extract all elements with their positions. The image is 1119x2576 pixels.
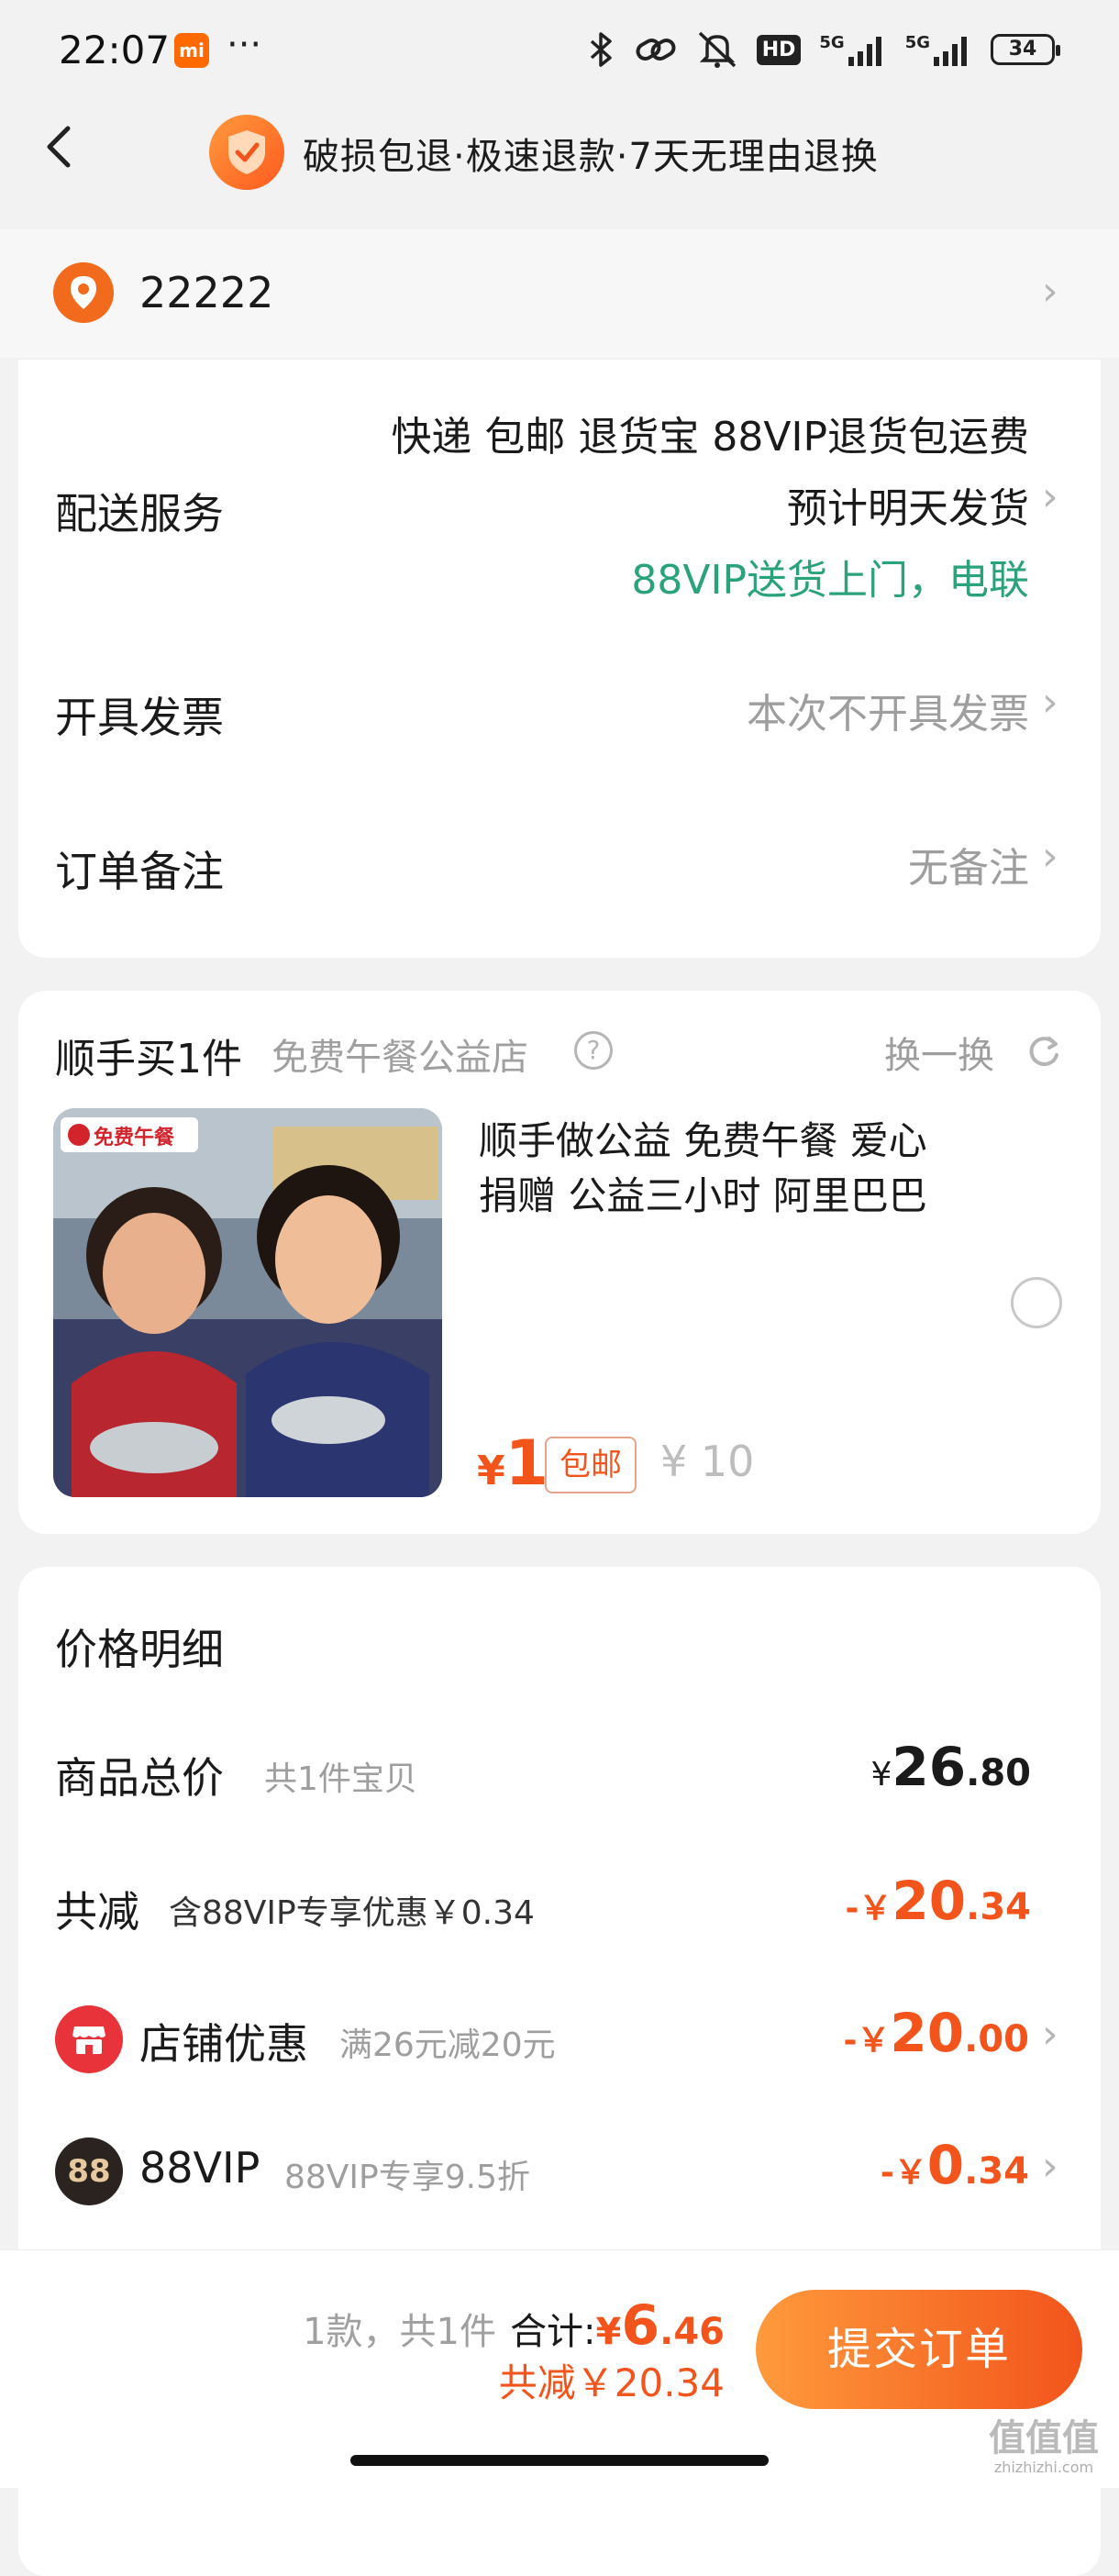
address-text: 22222: [139, 268, 274, 317]
shop-coupon-label: 店铺优惠: [139, 2019, 308, 2069]
mute-icon: [696, 29, 738, 70]
addon-price-value: 1: [504, 1427, 548, 1500]
delivery-chevron-icon[interactable]: ›: [1042, 473, 1058, 520]
refresh-icon[interactable]: [1024, 1031, 1062, 1073]
saved-amount: 共减￥20.34: [498, 2360, 725, 2405]
addon-shop: 免费午餐公益店: [271, 1037, 528, 1079]
vip-amount[interactable]: -￥0.34: [881, 2134, 1029, 2196]
pay-total-int: 6: [621, 2293, 660, 2358]
hd-icon: HD: [756, 34, 802, 65]
total-sub: 共1件宝贝: [264, 1760, 417, 1798]
addon-title: 顺手买1件: [55, 1036, 242, 1083]
signal-icon-2: 5G: [905, 33, 972, 66]
image-logo-text: 免费午餐: [94, 1127, 175, 1149]
submit-order-button[interactable]: 提交订单: [756, 2290, 1082, 2409]
page-title: 破损包退·极速退款·7天无理由退换: [303, 136, 879, 178]
total-amount: ¥26.80: [870, 1736, 1031, 1798]
total-label: 商品总价: [55, 1753, 224, 1803]
shop-coupon-sub: 满26元减20元: [339, 2026, 556, 2064]
checkout-summary: 1款，共1件 合计:¥6.46: [303, 2293, 725, 2358]
vip-88-icon: 88: [55, 2137, 123, 2205]
delivery-vip-note: 88VIP送货上门，电联: [631, 557, 1029, 604]
invoice-label: 开具发票: [55, 693, 224, 742]
addon-original-price: ¥ 10: [660, 1437, 755, 1486]
status-time: 22:07: [59, 28, 171, 72]
price-detail-title: 价格明细: [55, 1625, 224, 1674]
battery-icon: 34: [991, 34, 1060, 65]
item-count: 1款，共1件: [303, 2311, 496, 2353]
delivery-label: 配送服务: [55, 489, 224, 539]
bluetooth-icon: [588, 30, 615, 69]
product-name-line-2: 捐赠 公益三小时 阿里巴巴: [479, 1173, 927, 1218]
addon-select-radio[interactable]: [1011, 1277, 1062, 1328]
note-value[interactable]: 无备注: [387, 835, 1029, 894]
product-name[interactable]: 顺手做公益 免费午餐 爱心 捐赠 公益三小时 阿里巴巴: [479, 1114, 927, 1224]
chevron-left-icon: [47, 126, 71, 168]
back-button[interactable]: [35, 121, 86, 172]
home-indicator[interactable]: [350, 2455, 769, 2466]
invoice-value[interactable]: 本次不开具发票: [387, 681, 1029, 739]
switch-button[interactable]: 换一换: [884, 1026, 994, 1079]
note-chevron-icon[interactable]: ›: [1042, 833, 1058, 880]
discount-label: 共减: [55, 1887, 139, 1937]
addon-price: ¥1: [477, 1427, 548, 1500]
addon-price-symbol: ¥: [477, 1448, 505, 1494]
signal-icon-1: 5G: [819, 33, 886, 66]
status-bar: 22:07 mi ··· HD 5G 5G 34: [0, 0, 1119, 105]
delivery-services: 快递 包邮 退货宝 88VIP退货包运费: [391, 414, 1029, 461]
vip-chevron-icon[interactable]: ›: [1042, 2143, 1058, 2190]
product-name-line-1: 顺手做公益 免费午餐 爱心: [479, 1118, 927, 1163]
status-icons: HD 5G 5G 34: [588, 29, 1060, 70]
note-label: 订单备注: [55, 847, 224, 896]
free-shipping-tag: 包邮: [545, 1437, 637, 1493]
vip-label: 88VIP: [139, 2143, 260, 2193]
address-chevron-icon: ›: [1042, 268, 1058, 315]
invoice-chevron-icon[interactable]: ›: [1042, 679, 1058, 726]
delivery-ship-time[interactable]: 预计明天发货: [387, 475, 1029, 534]
product-image[interactable]: 免费午餐: [53, 1108, 442, 1497]
shield-check-icon: [209, 115, 284, 190]
shop-coupon-icon: [55, 2005, 123, 2073]
discount-amount: -￥20.34: [845, 1870, 1031, 1932]
mi-app-icon: mi: [174, 33, 209, 68]
shop-coupon-chevron-icon[interactable]: ›: [1042, 2011, 1058, 2058]
shop-coupon-amount[interactable]: -￥20.00: [843, 2002, 1029, 2064]
watermark: 值值值 zhizhizhi.com: [989, 2417, 1099, 2476]
total-label: 合计:: [510, 2311, 596, 2353]
location-pin-icon: [53, 262, 114, 323]
link-icon: [634, 31, 678, 68]
help-icon[interactable]: ?: [574, 1031, 613, 1070]
discount-sub: 含88VIP专享优惠￥0.34: [169, 1894, 535, 1932]
more-notifications-icon: ···: [227, 24, 262, 66]
vip-sub: 88VIP专享9.5折: [284, 2159, 531, 2196]
